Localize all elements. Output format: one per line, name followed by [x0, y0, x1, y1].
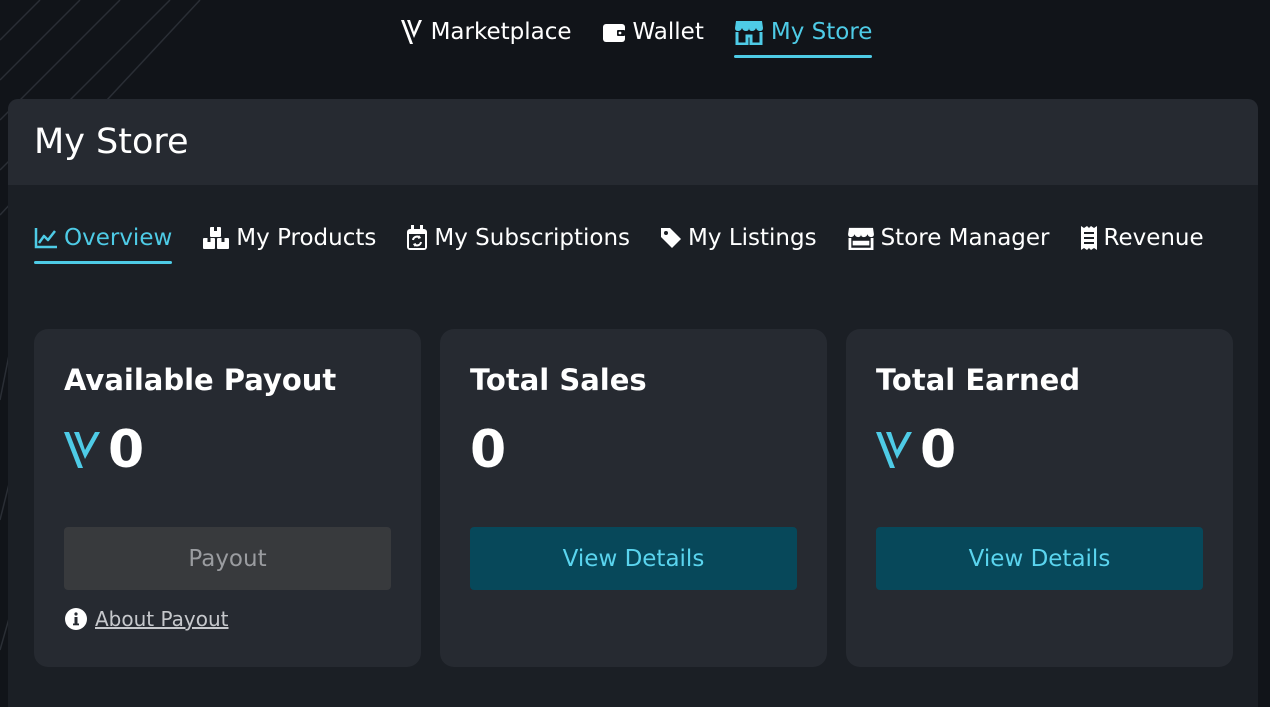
overview-cards: Available Payout 0 Payout About Payout T… [34, 329, 1233, 667]
topnav-marketplace-label: Marketplace [430, 18, 572, 45]
about-payout-link[interactable]: About Payout [64, 607, 229, 631]
available-payout-value: 0 [64, 419, 391, 481]
total-earned-title: Total Earned [876, 363, 1081, 397]
tab-my-products[interactable]: My Products [202, 221, 376, 255]
store-tabs: Overview My Products My Subscriptions My… [8, 221, 1258, 265]
boxes-icon [203, 227, 230, 249]
tab-store-manager[interactable]: Store Manager [847, 221, 1050, 255]
v-currency-icon [876, 432, 912, 468]
tab-revenue[interactable]: Revenue [1080, 221, 1204, 255]
panel-header: My Store [8, 99, 1258, 185]
topnav-my-store[interactable]: My Store [733, 16, 873, 58]
sales-view-details-button[interactable]: View Details [470, 527, 797, 590]
topnav-my-store-label: My Store [770, 18, 873, 45]
available-payout-title: Available Payout [64, 363, 337, 397]
tab-my-subscriptions[interactable]: My Subscriptions [406, 221, 630, 255]
tab-store-manager-label: Store Manager [880, 225, 1050, 251]
tab-my-listings-label: My Listings [688, 225, 817, 251]
available-payout-amount: 0 [108, 420, 145, 480]
total-sales-title: Total Sales [470, 363, 647, 397]
my-store-panel: My Store Overview My Products My Subscri… [8, 99, 1258, 707]
total-earned-card: Total Earned 0 View Details [846, 329, 1233, 667]
receipt-icon [1080, 226, 1097, 250]
available-payout-card: Available Payout 0 Payout About Payout [34, 329, 421, 667]
total-sales-value: 0 [470, 419, 797, 481]
tab-overview[interactable]: Overview [34, 221, 173, 264]
payout-button[interactable]: Payout [64, 527, 391, 590]
topnav-wallet[interactable]: Wallet [602, 16, 704, 50]
total-earned-value: 0 [876, 419, 1203, 481]
about-payout-label: About Payout [95, 607, 229, 631]
tab-my-subscriptions-label: My Subscriptions [434, 225, 631, 251]
earned-view-details-button[interactable]: View Details [876, 527, 1203, 590]
total-sales-amount: 0 [470, 420, 507, 480]
store-icon [847, 227, 874, 250]
chart-line-icon [34, 228, 57, 249]
topnav-wallet-label: Wallet [632, 18, 704, 45]
store-icon [734, 20, 763, 45]
topnav-marketplace[interactable]: Marketplace [400, 16, 572, 50]
tab-overview-label: Overview [64, 225, 173, 251]
tag-icon [661, 228, 682, 248]
v-logo-icon [400, 19, 422, 44]
tab-my-products-label: My Products [236, 225, 377, 251]
v-currency-icon [64, 432, 100, 468]
page-title: My Store [34, 122, 189, 162]
tab-revenue-label: Revenue [1103, 225, 1204, 251]
tab-my-listings[interactable]: My Listings [660, 221, 817, 255]
total-sales-card: Total Sales 0 View Details [440, 329, 827, 667]
calendar-refresh-icon [407, 225, 428, 250]
top-navigation: Marketplace Wallet My Store [0, 0, 1270, 99]
total-earned-amount: 0 [920, 420, 957, 480]
wallet-icon [602, 23, 625, 42]
info-icon [65, 608, 87, 630]
